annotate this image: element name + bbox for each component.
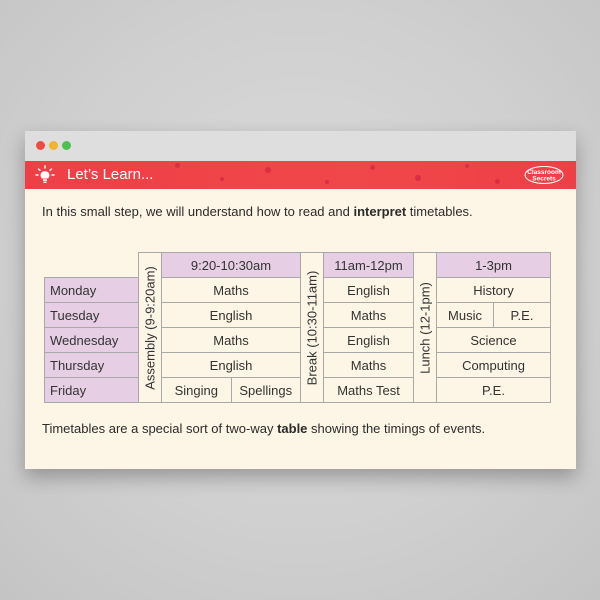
lesson-cell: Singing <box>161 377 232 403</box>
close-window-button[interactable] <box>36 141 45 150</box>
assembly-label: Assembly (9-9:20am) <box>142 265 158 390</box>
timetable: Assembly (9-9:20am) 9:20-10:30am Break (… <box>44 252 551 403</box>
lesson-cell: Spellings <box>230 377 301 403</box>
lightbulb-icon <box>35 165 55 183</box>
table-row: Tuesday English Maths Music P.E. <box>44 302 551 328</box>
lesson-cell: P.E. <box>436 377 551 403</box>
lunch-label: Lunch (12-1pm) <box>417 281 433 374</box>
lesson-cell: Maths <box>161 327 301 353</box>
table-row: Monday Maths English History <box>44 277 551 303</box>
classroom-secrets-logo: Classroom Secrets <box>524 166 564 184</box>
lesson-cell: English <box>161 352 301 378</box>
svg-text:Secrets: Secrets <box>532 176 556 183</box>
lesson-cell: Music <box>436 302 494 328</box>
minimise-window-button[interactable] <box>49 141 58 150</box>
lesson-cell: History <box>436 277 551 303</box>
banner-title: Let’s Learn... <box>67 166 154 183</box>
day-cell: Friday <box>44 377 139 403</box>
timetable-header-row: Assembly (9-9:20am) 9:20-10:30am Break (… <box>45 252 551 403</box>
lesson-banner: Let’s Learn... Classroom Secrets <box>25 161 576 189</box>
day-cell: Monday <box>44 277 139 303</box>
slot-header: 11am-12pm <box>323 252 414 278</box>
lesson-cell: English <box>323 327 414 353</box>
lunch-column: Lunch (12-1pm) <box>413 252 437 403</box>
lesson-window: Let’s Learn... Classroom Secrets In this… <box>25 131 576 469</box>
window-titlebar <box>25 131 576 161</box>
lesson-cell: English <box>323 277 414 303</box>
table-row: Friday Singing Spellings Maths Test P.E. <box>44 377 551 403</box>
outro-bold-word: table <box>277 421 308 436</box>
slot-header: 1-3pm <box>436 252 551 278</box>
break-column: Break (10:30-11am) <box>300 252 324 403</box>
slot-header: 9:20-10:30am <box>161 252 301 278</box>
day-cell: Wednesday <box>44 327 139 353</box>
lesson-cell: Maths <box>323 352 414 378</box>
lesson-cell: Science <box>436 327 551 353</box>
day-cell: Tuesday <box>44 302 139 328</box>
table-row: Thursday English Maths Computing <box>44 352 551 378</box>
lesson-cell: Computing <box>436 352 551 378</box>
maximise-window-button[interactable] <box>62 141 71 150</box>
lesson-cell: Maths Test <box>323 377 414 403</box>
intro-text: In this small step, we will understand h… <box>42 204 473 219</box>
lesson-cell: P.E. <box>493 302 551 328</box>
lesson-cell: Maths <box>323 302 414 328</box>
lesson-cell: English <box>161 302 301 328</box>
break-label: Break (10:30-11am) <box>304 270 320 385</box>
assembly-column: Assembly (9-9:20am) <box>138 252 162 403</box>
outro-text: Timetables are a special sort of two-way… <box>42 421 486 436</box>
day-cell: Thursday <box>44 352 139 378</box>
blank-cell <box>45 253 139 278</box>
lesson-cell: Maths <box>161 277 301 303</box>
table-row: Wednesday Maths English Science <box>44 327 551 353</box>
intro-bold-word: interpret <box>353 204 407 219</box>
